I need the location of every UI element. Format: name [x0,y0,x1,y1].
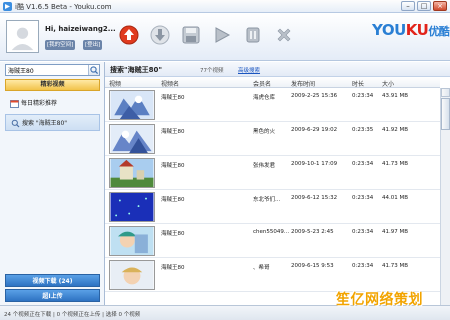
column-name[interactable]: 视频名 [161,79,179,88]
search-icon [11,119,20,128]
video-name: 海贼王80 [161,197,185,203]
table-row[interactable]: 海贼王80 东北爷们... 2009-6-12 15:32 0:23:34 44… [105,190,440,224]
save-icon [182,26,200,44]
results-header: 搜索"海贼王80" 77个视频 高级搜索 [105,62,450,77]
sidebar-item-label: 每日精彩推荐 [21,100,58,107]
video-thumbnail [109,226,155,256]
play-icon [215,27,231,43]
video-name: 海贼王80 [161,95,185,101]
member-name: chen55049... [253,229,290,235]
table-row[interactable]: 海贼王80 chen55049... 2009-5-23 2:45 0:23:3… [105,224,440,258]
play-button[interactable] [211,24,233,46]
sidebar-item-search-results[interactable]: 搜索 "海贼王80" [5,114,100,131]
duration: 0:23:34 [352,161,374,167]
member-name: 海虎仓库 [253,95,276,101]
advanced-search-link[interactable]: 高级搜索 [238,66,260,74]
video-name: 海贼王80 [161,231,185,237]
file-size: 44.01 MB [382,195,409,201]
logout-link[interactable]: [登出] [83,40,103,50]
pause-button[interactable] [242,24,264,46]
save-button[interactable] [180,24,202,46]
table-row[interactable]: 海贼王80 张伟发君 2009-10-1 17:09 0:23:34 41.73… [105,156,440,190]
duration: 0:23:35 [352,127,374,133]
file-size: 41.73 MB [382,161,409,167]
column-size[interactable]: 大小 [382,79,394,88]
results-table: 海贼王80 海虎仓库 2009-2-25 15:36 0:23:34 43.91… [105,88,440,305]
maximize-button[interactable]: □ [417,1,431,11]
video-thumbnail [109,260,155,290]
delete-button[interactable] [273,24,295,46]
file-size: 43.91 MB [382,93,409,99]
video-name: 海贼王80 [161,265,185,271]
status-text: 24 个视频正在下载 | 0 个视频正在上传 | 选择 0 个视频 [4,312,141,318]
table-header: 视频 视频名 会员名 发布时间 时长 大小 [105,77,440,88]
search-button[interactable] [88,65,99,75]
duration: 0:23:34 [352,263,374,269]
sidebar-item-label: 搜索 "海贼王80" [22,120,68,127]
video-name: 海贼王80 [161,163,185,169]
delete-icon [277,28,291,42]
column-video[interactable]: 视频 [109,79,121,88]
download-icon [150,25,170,45]
column-duration[interactable]: 时长 [352,79,364,88]
user-avatar-icon [7,21,38,52]
video-thumbnail [109,192,155,222]
file-size: 41.97 MB [382,229,409,235]
file-size: 41.73 MB [382,263,409,269]
scroll-up-button[interactable] [441,88,450,97]
username: Hi, haizeiwang2... [45,25,116,33]
member-name: 黑色的火 [253,129,276,135]
window-title: i酷 V1.6.5 Beta - Youku.com [15,3,112,11]
calendar-icon [10,100,19,108]
sidebar-item-daily-picks[interactable]: 每日精彩推荐 [5,95,100,112]
avatar[interactable] [6,20,39,53]
duration: 0:23:34 [352,229,374,235]
tab-upload[interactable]: 超I上传 [5,289,100,302]
title-bar: i酷 V1.6.5 Beta - Youku.com – □ × [0,0,450,13]
publish-time: 2009-6-29 19:02 [291,127,338,133]
results-count: 77个视频 [200,68,224,74]
close-button[interactable]: × [433,1,447,11]
minimize-button[interactable]: – [401,1,415,11]
results-panel: 搜索"海贼王80" 77个视频 高级搜索 视频 视频名 会员名 发布时间 时长 … [105,62,450,305]
vertical-scrollbar[interactable] [440,88,450,305]
publish-time: 2009-2-25 15:36 [291,93,338,99]
publish-time: 2009-6-12 15:32 [291,195,338,201]
featured-videos-header[interactable]: 精彩视频 [5,79,100,91]
search-box [5,64,100,76]
watermark: 笙亿网络策划 [336,292,423,308]
youku-logo: YOUKU优酷 [372,21,450,39]
publish-time: 2009-6-15 9:53 [291,263,334,269]
member-name: 、希哥 [253,265,270,271]
duration: 0:23:34 [352,195,374,201]
header: Hi, haizeiwang2... [我的空间] [登出] YOUKU优酷 [0,13,450,61]
member-name: 东北爷们... [253,197,281,203]
column-member[interactable]: 会员名 [253,79,271,88]
duration: 0:23:34 [352,93,374,99]
column-time[interactable]: 发布时间 [291,79,315,88]
table-row[interactable]: 海贼王80 黑色的火 2009-6-29 19:02 0:23:35 41.92… [105,122,440,156]
video-thumbnail [109,158,155,188]
video-thumbnail [109,90,155,120]
file-size: 41.92 MB [382,127,409,133]
sidebar: 精彩视频 每日精彩推荐 搜索 "海贼王80" 视频下载 (24) 超I上传 [0,62,105,305]
table-row[interactable]: 海贼王80 海虎仓库 2009-2-25 15:36 0:23:34 43.91… [105,88,440,122]
search-icon [90,66,99,75]
publish-time: 2009-5-23 2:45 [291,229,334,235]
search-input[interactable] [6,65,88,75]
download-button[interactable] [149,24,171,46]
tab-video-download[interactable]: 视频下载 (24) [5,274,100,287]
video-thumbnail [109,124,155,154]
results-title: 搜索"海贼王80" [110,66,163,74]
play-circle-icon [119,25,139,45]
table-row[interactable]: 海贼王80 、希哥 2009-6-15 9:53 0:23:34 41.73 M… [105,258,440,292]
my-space-link[interactable]: [我的空间] [45,40,76,50]
pause-icon [246,27,260,43]
scroll-thumb[interactable] [441,98,450,130]
video-name: 海贼王80 [161,129,185,135]
publish-time: 2009-10-1 17:09 [291,161,338,167]
play-circle-button[interactable] [118,24,140,46]
app-icon [3,2,12,11]
member-name: 张伟发君 [253,163,276,169]
